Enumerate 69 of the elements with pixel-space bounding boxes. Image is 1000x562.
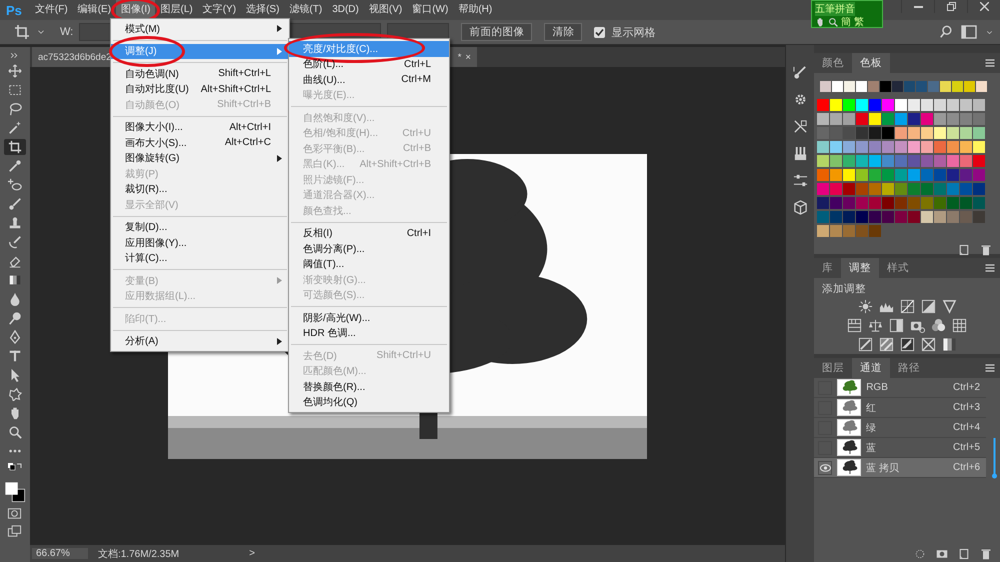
ime-name: 五筆拼音 (815, 2, 855, 16)
panel-tab[interactable]: 颜色 (814, 53, 852, 73)
menu-bar-item[interactable]: 滤镜(T) (284, 0, 328, 20)
menu-item[interactable]: 色调分离(P)... (289, 241, 449, 256)
menu-bar-item[interactable]: 选择(S) (241, 0, 284, 20)
menu-item[interactable]: 图像旋转(G) (111, 150, 289, 166)
panel-tab[interactable]: 色板 (852, 53, 890, 73)
menu-item[interactable]: 分析(A) (111, 334, 289, 349)
width-label: W: (60, 26, 74, 38)
menu-item[interactable]: 曲线(U)... Ctrl+M (289, 72, 449, 88)
channel-row[interactable]: 红 Ctrl+3 (814, 398, 986, 418)
menu-item[interactable]: 自动色调(N) Shift+Ctrl+L (111, 66, 289, 82)
menu-item[interactable]: 替换颜色(R)... (289, 379, 449, 394)
menu-bar-item[interactable]: 窗口(W) (407, 0, 454, 20)
ime-mode[interactable]: 簡 (841, 14, 851, 28)
panel-tab[interactable]: 路径 (890, 358, 928, 378)
menu-item[interactable]: 阴影/高光(W)... (289, 310, 449, 326)
channel-shortcut: Ctrl+6 (953, 462, 980, 473)
panel-tab[interactable]: 图层 (814, 358, 852, 378)
menu-item[interactable]: 计算(C)... (111, 250, 289, 266)
channel-shortcut: Ctrl+4 (953, 422, 980, 433)
status-arrow[interactable]: > (249, 548, 255, 559)
channel-name: 绿 (866, 422, 876, 434)
panel-tab[interactable]: 库 (814, 258, 842, 278)
modified-mark: * (458, 52, 462, 62)
app-logo: Ps (5, 2, 23, 18)
channel-name: 蓝 拷贝 (866, 462, 899, 474)
menu-item[interactable]: 画布大小(S)... Alt+Ctrl+C (111, 135, 289, 150)
menu-item[interactable]: 色阶(L)... Ctrl+L (289, 56, 449, 72)
zoom-field[interactable]: 66.67% (32, 548, 88, 559)
menu-item[interactable]: 裁切(R)... (111, 182, 289, 197)
channel-row[interactable]: 蓝 拷贝 Ctrl+6 (814, 458, 986, 478)
checkbox-label: 显示网格 (611, 26, 656, 40)
channel-shortcut: Ctrl+3 (953, 402, 980, 413)
menu-item[interactable]: 反相(I) Ctrl+I (289, 226, 449, 241)
menu-bar-item[interactable]: 帮助(H) (453, 0, 498, 20)
menu-item[interactable]: HDR 色调... (289, 326, 449, 341)
menu-item[interactable]: 图像大小(I)... Alt+Ctrl+I (111, 120, 289, 135)
ime-widget[interactable]: 五筆拼音 簡 繁 (811, 0, 883, 28)
menu-item[interactable]: 调整(J) (111, 44, 289, 59)
menu-item[interactable]: 复制(D)... (111, 220, 289, 235)
channel-row[interactable]: 绿 Ctrl+4 (814, 418, 986, 438)
menu-bar-item[interactable]: 文件(F) (30, 0, 73, 20)
toolbar-button[interactable]: 前面的图像 (461, 23, 532, 41)
channel-name: 蓝 (866, 442, 876, 454)
channel-name: 红 (866, 402, 876, 414)
menu-bar-item[interactable]: 图层(L) (155, 0, 198, 20)
tab-title: ac75323d6b6de2 (38, 52, 112, 62)
menu-item[interactable]: 自动对比度(U) Alt+Shift+Ctrl+L (111, 82, 289, 97)
channel-name: RGB (866, 382, 888, 393)
menu-bar-item[interactable]: 视图(V) (364, 0, 408, 20)
menu-item[interactable]: 阈值(T)... (289, 256, 449, 272)
close-button[interactable]: × (465, 52, 471, 62)
menu-bar-item[interactable]: 文字(Y) (198, 0, 242, 20)
ime-mode[interactable]: 繁 (854, 14, 864, 28)
channel-shortcut: Ctrl+5 (953, 442, 980, 453)
channel-shortcut: Ctrl+2 (953, 382, 980, 393)
panel-tab[interactable]: 通道 (852, 358, 890, 378)
menu-bar-item[interactable]: 3D(D) (327, 0, 364, 20)
menu-item[interactable]: 应用图像(Y)... (111, 235, 289, 250)
toolbar-button[interactable]: 清除 (544, 23, 582, 41)
channel-row[interactable]: RGB Ctrl+2 (814, 378, 986, 398)
menu-item[interactable]: 模式(M) (111, 21, 289, 36)
document-size: 文档:1.76M/2.35M (98, 548, 180, 560)
panel-heading: 添加调整 (821, 282, 868, 297)
panel-tab[interactable]: 样式 (879, 258, 918, 278)
menu-item[interactable]: 色调均化(Q) (289, 394, 449, 410)
menu-item[interactable]: 亮度/对比度(C)... (289, 41, 449, 56)
panel-tab[interactable]: 调整 (841, 258, 880, 278)
